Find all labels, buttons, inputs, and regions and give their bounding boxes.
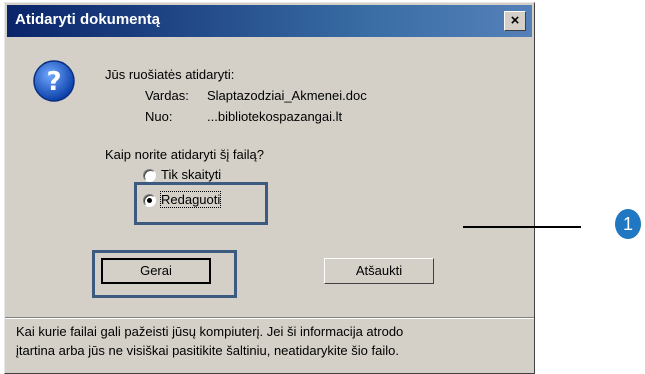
radio-read-only[interactable] xyxy=(143,169,156,182)
open-prompt: Kaip norite atidaryti šį failą? xyxy=(105,147,264,162)
warning-line-2: įtartina arba jūs ne visiškai pasitikite… xyxy=(16,343,399,358)
open-document-dialog: Atidaryti dokumentą × ? Jūs ruošiatės at… xyxy=(4,2,535,374)
question-icon: ? xyxy=(33,60,75,102)
from-label: Nuo: xyxy=(145,109,173,124)
close-button[interactable]: × xyxy=(504,11,526,31)
callout-line xyxy=(463,226,581,228)
source-url: ...bibliotekospazangai.lt xyxy=(207,109,343,124)
warning-line-1: Kai kurie failai gali pažeisti jūsų komp… xyxy=(16,324,404,339)
callout-number: 1 xyxy=(615,209,641,239)
highlight-ok-button xyxy=(92,250,237,298)
cancel-button[interactable]: Atšaukti xyxy=(324,258,434,284)
highlight-edit-option xyxy=(134,182,268,225)
title-bar[interactable]: Atidaryti dokumentą × xyxy=(7,5,532,37)
divider xyxy=(5,317,534,319)
name-label: Vardas: xyxy=(145,88,189,103)
intro-text: Jūs ruošiatės atidaryti: xyxy=(105,67,235,82)
radio-read-only-label[interactable]: Tik skaityti xyxy=(161,167,221,182)
dialog-title: Atidaryti dokumentą xyxy=(15,11,161,28)
svg-text:?: ? xyxy=(46,67,61,97)
file-name: Slaptazodziai_Akmenei.doc xyxy=(207,88,367,103)
